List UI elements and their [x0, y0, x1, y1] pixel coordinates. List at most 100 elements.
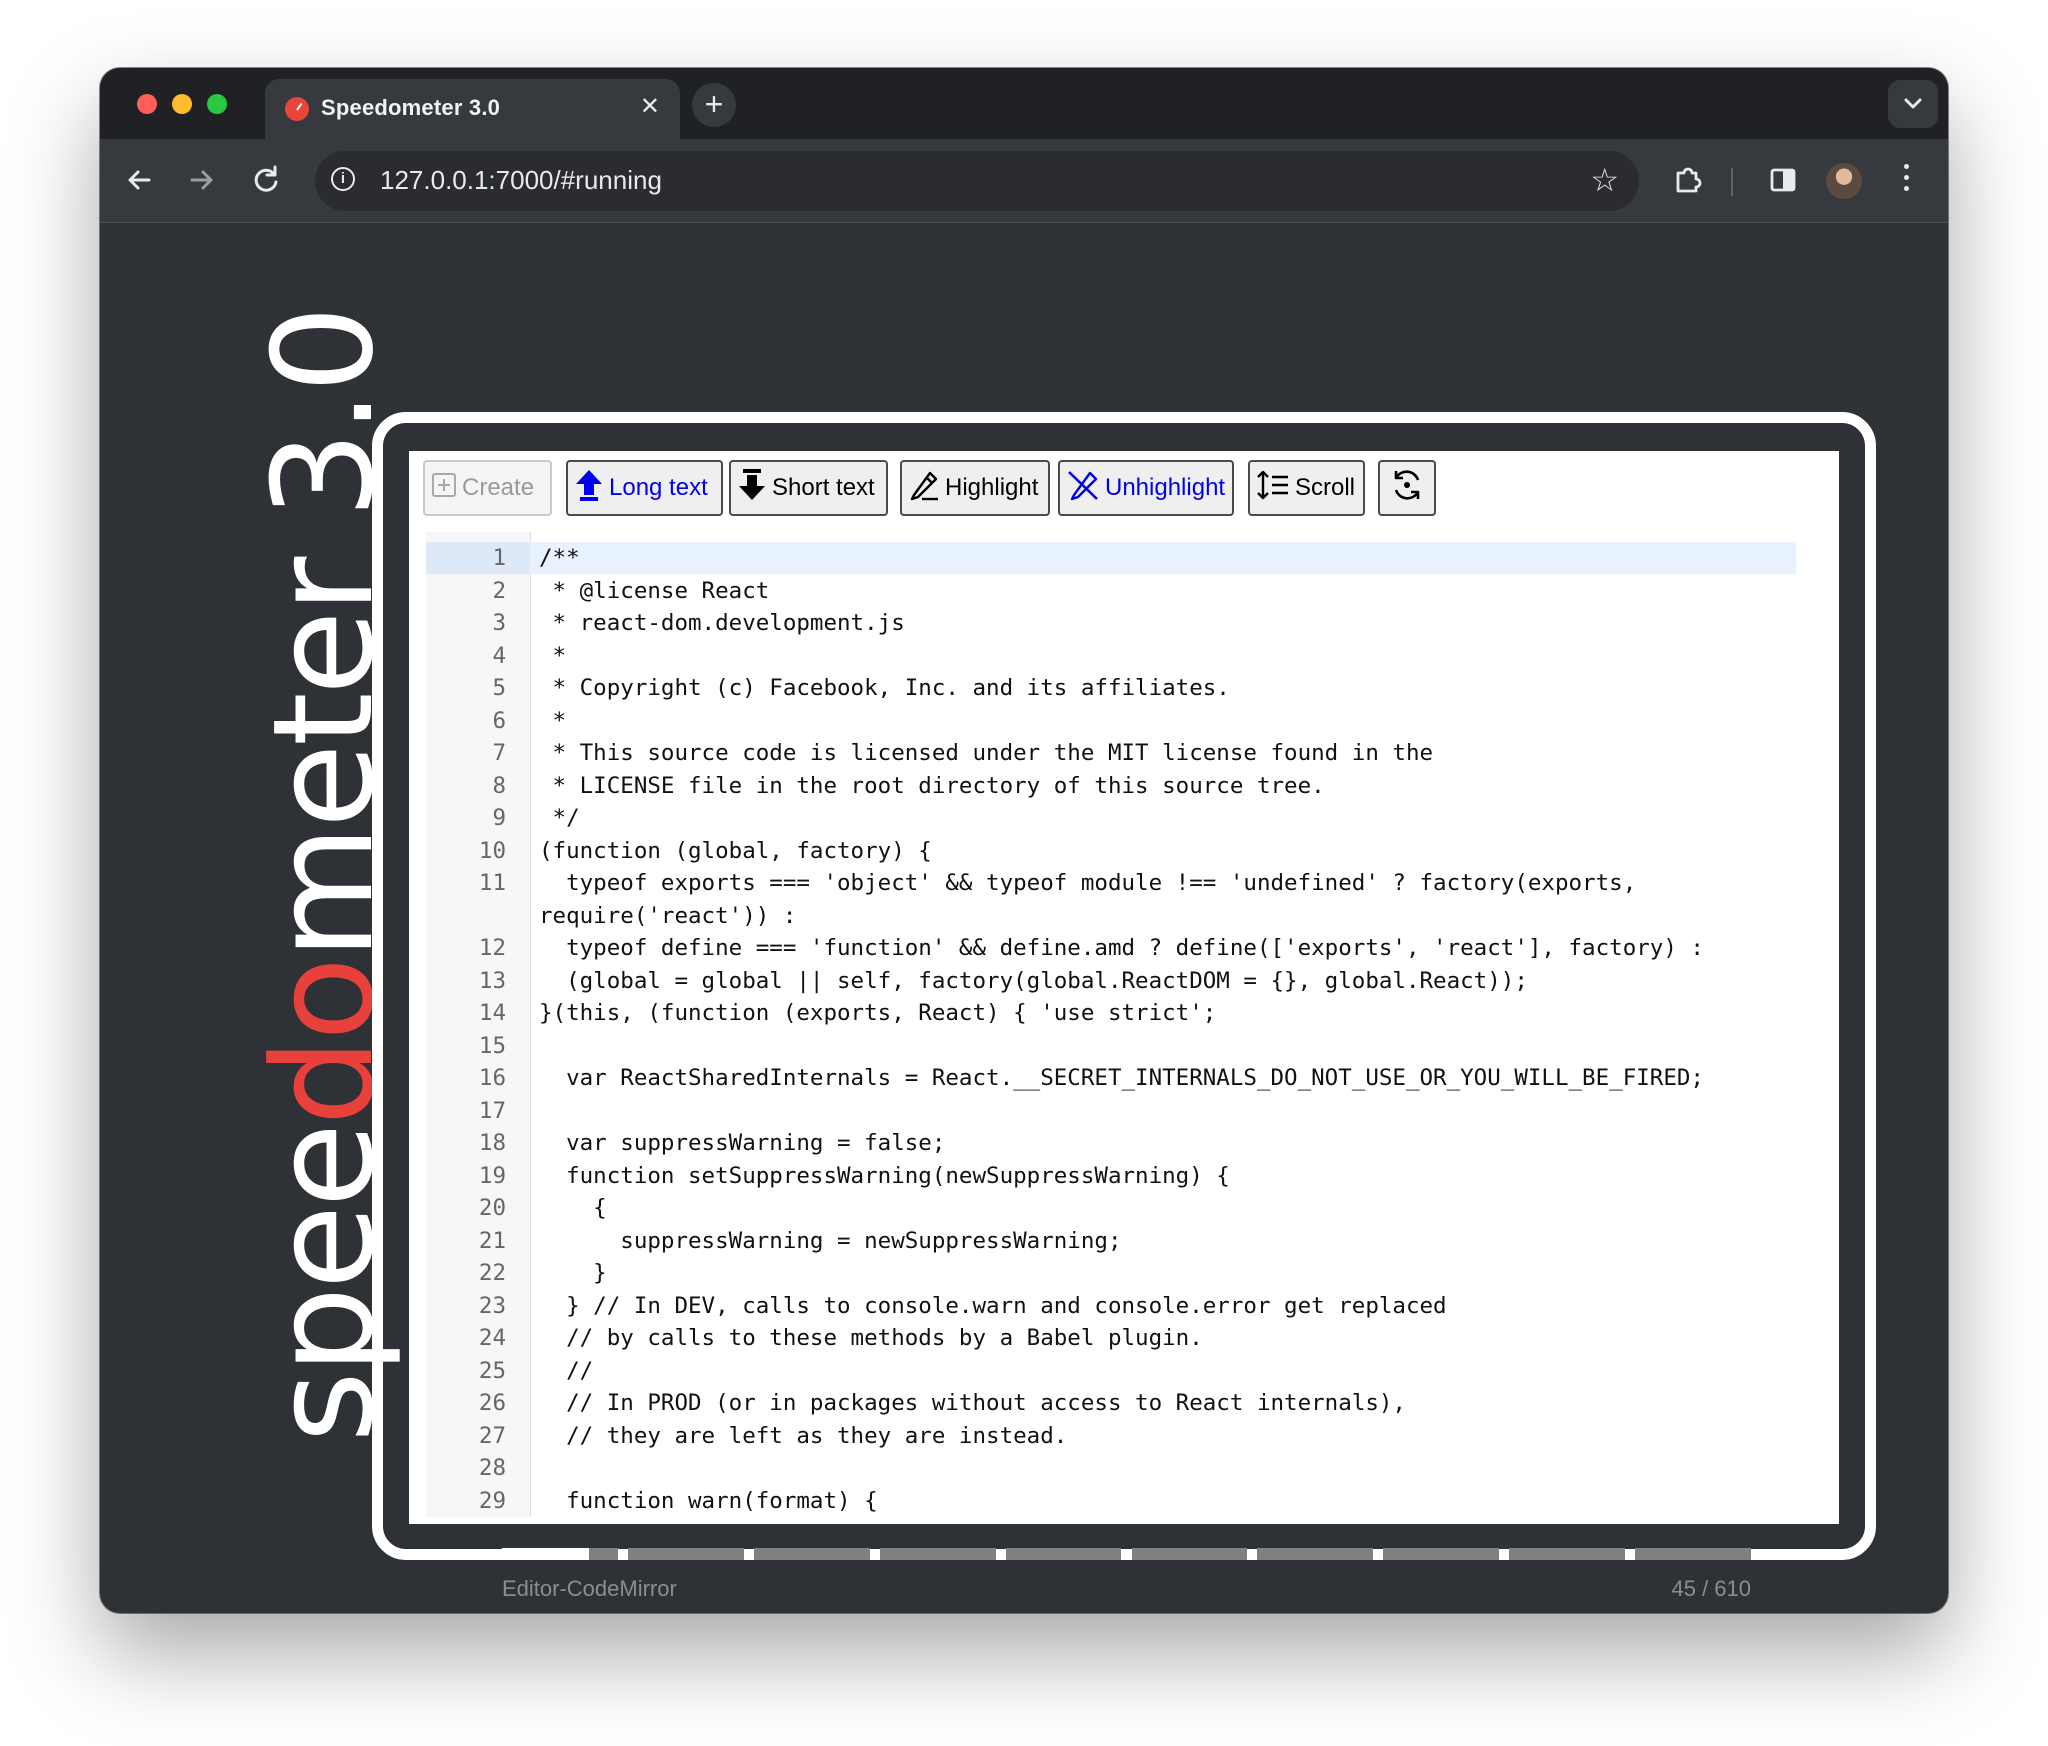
- line-number: 14: [478, 1000, 506, 1026]
- address-bar[interactable]: i 127.0.0.1:7000/#running ☆: [315, 151, 1639, 211]
- line-text: function setSuppressWarning(newSuppressW…: [539, 1162, 1230, 1189]
- short-text-button[interactable]: Short text: [729, 460, 888, 516]
- progress-segment: [879, 1548, 996, 1560]
- speedometer-favicon-icon: [285, 97, 309, 121]
- line-number: 17: [478, 1097, 506, 1124]
- line-text: } // In DEV, calls to console.warn and c…: [539, 1292, 1447, 1319]
- create-label: Create: [462, 474, 535, 501]
- progress-segment: [753, 1548, 870, 1560]
- line-text: var ReactSharedInternals = React.__SECRE…: [539, 1065, 1704, 1091]
- line-number: 29: [478, 1487, 506, 1514]
- chevron-down-icon: [1904, 98, 1922, 109]
- line-number: 9: [492, 805, 506, 831]
- line-text: * LICENSE file in the root directory of …: [539, 772, 1325, 799]
- plus-square-icon: [431, 472, 457, 505]
- line-text: * react-dom.development.js: [539, 610, 905, 636]
- extensions-button[interactable]: [1665, 157, 1711, 203]
- tab-title: Speedometer 3.0: [321, 95, 501, 120]
- line-text: }(this, (function (exports, React) { 'us…: [539, 1000, 1217, 1026]
- reload-button[interactable]: [243, 157, 289, 203]
- reset-button[interactable]: [1378, 460, 1436, 516]
- line-text: {: [539, 1195, 607, 1221]
- line-number: 18: [478, 1130, 506, 1156]
- scroll-button[interactable]: Scroll: [1248, 460, 1365, 516]
- toolbar-divider: [1731, 168, 1733, 196]
- long-text-button[interactable]: Long text: [566, 460, 723, 516]
- code-editor[interactable]: 1 /** 2 * @license React 3 * react-dom.deve…: [426, 532, 1809, 1517]
- scroll-label: Scroll: [1295, 474, 1356, 501]
- line-text: *: [539, 707, 567, 734]
- test-app: Create Long text Short text Highlight Un…: [409, 451, 1839, 1524]
- line-height-icon: [1256, 469, 1290, 508]
- minimize-window-button[interactable]: [172, 94, 192, 114]
- line-number: 27: [478, 1422, 506, 1449]
- arrow-right-icon: [190, 170, 213, 190]
- line-text: typeof exports === 'object' && typeof mo…: [539, 870, 1637, 896]
- tab-close-icon[interactable]: ✕: [640, 93, 660, 121]
- tab-search-button[interactable]: [1888, 80, 1938, 128]
- profile-avatar[interactable]: [1826, 163, 1862, 199]
- browser-menu-button[interactable]: [1903, 164, 1911, 197]
- line-text: * Copyright (c) Facebook, Inc. and its a…: [539, 675, 1230, 701]
- maximize-window-button[interactable]: [207, 94, 227, 114]
- progress-segment: [1005, 1548, 1122, 1560]
- line-number: 15: [478, 1032, 506, 1059]
- line-number: 1: [492, 545, 506, 571]
- progress-counter: 45 / 610: [1671, 1576, 1751, 1601]
- back-button[interactable]: [117, 157, 163, 203]
- browser-window: Speedometer 3.0 ✕ + i 127.0.0.1:7000/#ru…: [100, 68, 1948, 1613]
- line-number: 2: [492, 577, 506, 604]
- progress-segment: [1383, 1548, 1500, 1560]
- site-info-icon[interactable]: i: [331, 167, 355, 191]
- line-number: 4: [492, 642, 506, 669]
- line-number: 26: [478, 1390, 506, 1416]
- arrow-down-icon: [737, 468, 767, 509]
- line-number: 5: [492, 675, 506, 701]
- line-number: 13: [478, 967, 506, 994]
- line-number: 6: [492, 707, 506, 734]
- side-panel-button[interactable]: [1760, 157, 1806, 203]
- line-text: * @license React: [539, 577, 770, 604]
- unhighlight-button[interactable]: Unhighlight: [1058, 460, 1234, 516]
- short-text-label: Short text: [772, 474, 875, 501]
- line-number: 23: [478, 1292, 506, 1319]
- url-text[interactable]: 127.0.0.1:7000/#running: [380, 165, 662, 196]
- line-text: //: [539, 1357, 594, 1384]
- progress-fill: [502, 1548, 590, 1560]
- line-text: var suppressWarning = false;: [539, 1130, 946, 1156]
- new-tab-button[interactable]: +: [692, 83, 736, 127]
- line-number: 19: [478, 1162, 506, 1189]
- line-number: 21: [478, 1227, 506, 1254]
- arrow-up-icon: [574, 468, 604, 509]
- line-text: /**: [539, 545, 580, 571]
- line-text: // by calls to these methods by a Babel …: [539, 1325, 1203, 1351]
- line-text: // In PROD (or in packages without acces…: [539, 1390, 1406, 1416]
- progress-segment: [627, 1548, 744, 1560]
- close-window-button[interactable]: [137, 94, 157, 114]
- line-number: 22: [478, 1260, 506, 1286]
- highlighter-off-icon: [1066, 469, 1100, 508]
- forward-button[interactable]: [178, 157, 224, 203]
- puzzle-icon: [1676, 167, 1702, 193]
- tab-strip: Speedometer 3.0 ✕ +: [100, 68, 1948, 139]
- line-text: typeof define === 'function' && define.a…: [539, 935, 1704, 961]
- line-text: function warn(format) {: [539, 1487, 878, 1514]
- line-number: 24: [478, 1325, 506, 1351]
- line-number: 10: [478, 837, 506, 864]
- line-number: 8: [492, 772, 506, 799]
- highlighter-icon: [908, 469, 940, 508]
- arrow-left-icon: [128, 170, 151, 190]
- active-line-highlight: [426, 542, 1796, 574]
- progress-segment: [1131, 1548, 1248, 1560]
- line-number: 25: [478, 1357, 506, 1384]
- refresh-cycle-icon: [1389, 467, 1425, 510]
- reload-icon: [254, 165, 278, 192]
- highlight-button[interactable]: Highlight: [900, 460, 1050, 516]
- bookmark-star-icon[interactable]: ☆: [1590, 161, 1619, 199]
- create-button[interactable]: Create: [423, 460, 552, 516]
- line-text: * This source code is licensed under the…: [539, 740, 1434, 766]
- line-text: (function (global, factory) {: [539, 837, 932, 864]
- tab-speedometer[interactable]: Speedometer 3.0 ✕: [265, 79, 680, 139]
- line-number: 16: [478, 1065, 506, 1091]
- line-text: *: [539, 642, 567, 669]
